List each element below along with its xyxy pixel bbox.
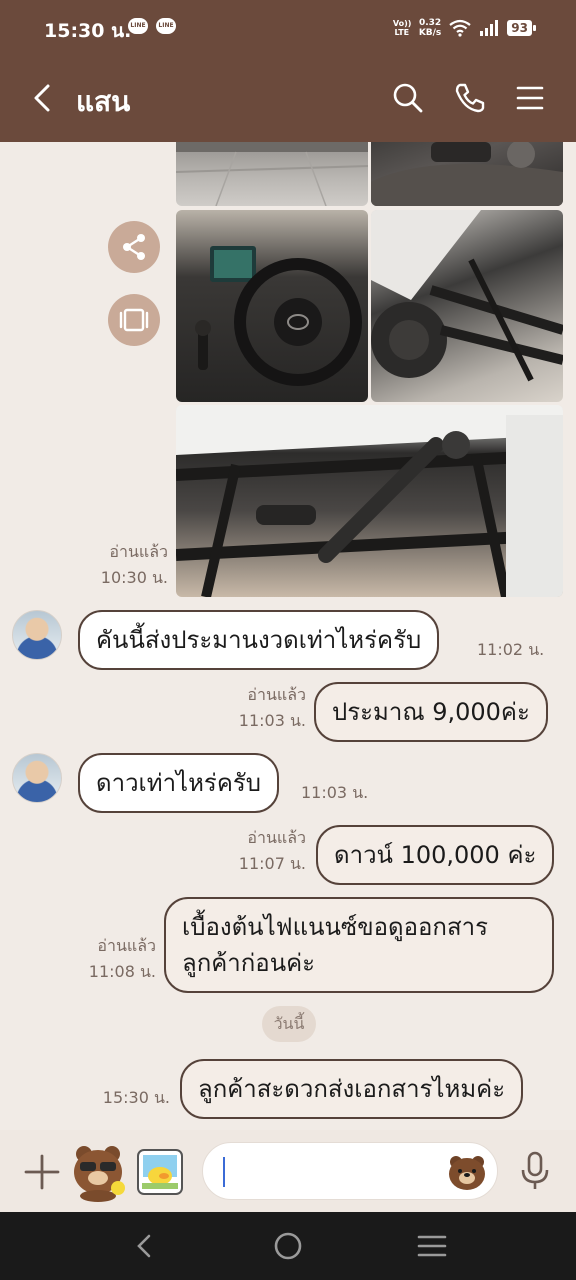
message-line: ลูกค้าก่อนค่ะ: [182, 949, 316, 977]
photo-steering-wheel-image: [195, 246, 362, 386]
share-button[interactable]: [108, 221, 160, 273]
keep-button[interactable]: [108, 294, 160, 346]
chat-title[interactable]: แสน: [76, 80, 130, 124]
status-bar: 15:30 น. LINE LINE Vo)) LTE 0.32 KB/s 93: [0, 0, 576, 56]
photo-truck-frame-image: [176, 405, 563, 597]
system-nav-bar: [0, 1212, 576, 1280]
photo-seat-image: [371, 142, 563, 206]
status-time: 15:30 น.: [44, 20, 132, 42]
network-speed-value: 0.32: [418, 18, 442, 28]
brown-sticker-icon[interactable]: [68, 1140, 128, 1202]
photo-thumbnail[interactable]: [176, 210, 368, 402]
back-icon[interactable]: [26, 80, 62, 116]
avatar[interactable]: [12, 753, 62, 803]
volte-indicator: Vo)) LTE: [392, 19, 412, 37]
signal-icon: [480, 20, 499, 36]
menu-icon[interactable]: [512, 80, 548, 116]
photo-timestamp: 10:30 น.: [100, 568, 168, 587]
search-icon[interactable]: [390, 80, 426, 116]
message-timestamp: 11:03 น.: [301, 783, 369, 802]
chat-area[interactable]: อ่านแล้ว 10:30 น. คันนี้ส่งประมานงวดเท่า…: [0, 142, 576, 1130]
wifi-icon: [449, 19, 471, 37]
message-timestamp: 11:07 น.: [238, 854, 306, 873]
photo-read-status: อ่านแล้ว: [109, 542, 168, 561]
message-line: เบื้องต้นไฟแนนซ์ขอดูออกสาร: [182, 913, 488, 941]
brown-emoji-icon[interactable]: [447, 1153, 487, 1191]
message-input-bar: [0, 1130, 576, 1212]
plus-icon[interactable]: [22, 1152, 62, 1192]
date-divider: วันนี้: [262, 1006, 316, 1042]
message-bubble-received[interactable]: ดาวเท่าไหร่ครับ: [78, 753, 279, 813]
photo-thumbnail[interactable]: [371, 210, 563, 402]
photo-floor-image: [176, 142, 368, 206]
nav-recents-icon[interactable]: [416, 1232, 448, 1260]
avatar[interactable]: [12, 610, 62, 660]
keep-icon: [119, 308, 149, 332]
status-indicators: Vo)) LTE 0.32 KB/s 93: [392, 14, 536, 42]
chat-header: แสน: [0, 56, 576, 142]
nav-home-icon[interactable]: [272, 1230, 304, 1262]
read-status: อ่านแล้ว: [97, 936, 156, 955]
message-timestamp: 11:03 น.: [238, 711, 306, 730]
phone-icon[interactable]: [452, 80, 488, 116]
battery-indicator: 93: [507, 20, 536, 36]
message-bubble-sent[interactable]: ดาวน์ 100,000 ค่ะ: [316, 825, 555, 885]
message-bubble-sent[interactable]: ประมาณ 9,000ค่ะ: [314, 682, 548, 742]
photo-thumbnail[interactable]: [176, 142, 368, 206]
mic-icon[interactable]: [518, 1150, 552, 1192]
nav-back-icon[interactable]: [130, 1232, 158, 1260]
message-timestamp: 11:02 น.: [477, 640, 545, 659]
network-speed: 0.32 KB/s: [419, 18, 441, 38]
photo-thumbnail[interactable]: [176, 405, 563, 597]
message-bubble-sent[interactable]: ลูกค้าสะดวกส่งเอกสารไหมค่ะ: [180, 1059, 524, 1119]
message-bubble-sent[interactable]: เบื้องต้นไฟแนนซ์ขอดูออกสาร ลูกค้าก่อนค่ะ: [164, 897, 554, 993]
share-icon: [123, 234, 145, 260]
read-status: อ่านแล้ว: [247, 685, 306, 704]
line-notification-icon: LINE: [128, 18, 148, 34]
line-notification-icon: LINE: [156, 18, 176, 34]
read-status: อ่านแล้ว: [247, 828, 306, 847]
message-timestamp: 15:30 น.: [102, 1088, 170, 1107]
photo-thumbnail[interactable]: [371, 142, 563, 206]
sally-sticker-icon[interactable]: [134, 1146, 186, 1198]
message-input[interactable]: [202, 1142, 498, 1200]
photo-chassis-image: [371, 210, 563, 382]
message-bubble-received[interactable]: คันนี้ส่งประมานงวดเท่าไหร่ครับ: [78, 610, 440, 670]
message-timestamp: 11:08 น.: [88, 962, 156, 981]
text-caret: [223, 1157, 225, 1187]
network-speed-unit: KB/s: [418, 28, 442, 38]
